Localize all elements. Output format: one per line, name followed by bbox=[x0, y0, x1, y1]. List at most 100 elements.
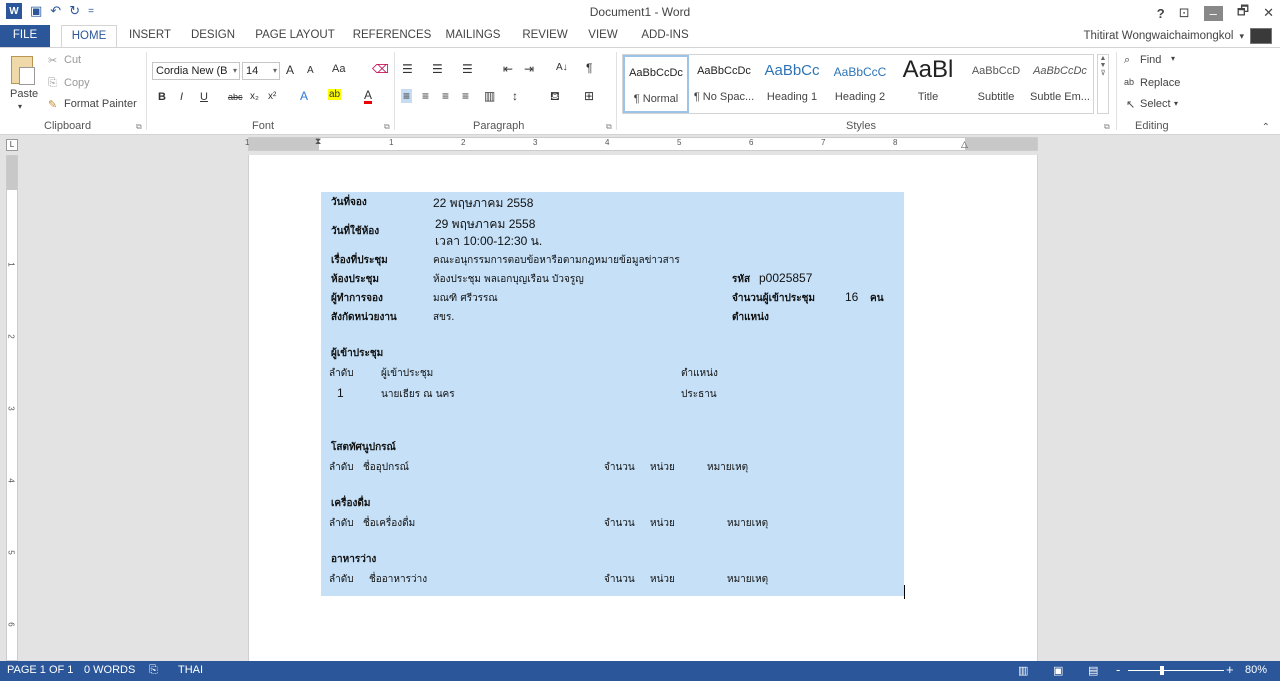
style-subtitle[interactable]: AaBbCcD Subtitle bbox=[963, 55, 1029, 113]
style-sample: AaBbCcDc bbox=[1033, 65, 1087, 77]
tab-design[interactable]: DESIGN bbox=[186, 25, 240, 47]
horizontal-ruler[interactable]: 1 1 2 3 4 5 6 7 8 ⧗ △ bbox=[245, 136, 1038, 151]
copy-button[interactable]: Copy bbox=[64, 77, 90, 89]
tab-page-layout[interactable]: PAGE LAYOUT bbox=[252, 25, 338, 47]
subscript-button[interactable]: x₂ bbox=[250, 91, 259, 102]
close-button[interactable]: ✕ bbox=[1263, 5, 1274, 21]
highlight-button[interactable]: ab bbox=[328, 89, 342, 100]
show-formatting-marks-button[interactable]: ¶ bbox=[586, 61, 592, 75]
sort-button[interactable]: A↓ bbox=[556, 62, 568, 73]
select-button[interactable]: Select bbox=[1140, 98, 1171, 110]
tab-selector-button[interactable]: L bbox=[6, 139, 18, 151]
style-normal[interactable]: AaBbCcDc ¶ Normal bbox=[623, 55, 689, 113]
line-spacing-icon[interactable]: ↕ bbox=[512, 89, 518, 103]
avatar[interactable] bbox=[1250, 28, 1272, 44]
strikethrough-button[interactable]: abc bbox=[228, 92, 243, 102]
tab-home[interactable]: HOME bbox=[61, 25, 117, 48]
restore-button[interactable]: 🗗 bbox=[1237, 2, 1249, 24]
styles-launcher-icon[interactable]: ⧉ bbox=[1104, 122, 1110, 132]
attendees-col-position: ตำแหน่ง bbox=[681, 368, 718, 379]
select-dropdown-icon[interactable]: ▾ bbox=[1174, 99, 1178, 108]
replace-button[interactable]: Replace bbox=[1140, 77, 1180, 89]
multilevel-list-icon[interactable]: ☰ bbox=[462, 62, 473, 76]
font-launcher-icon[interactable]: ⧉ bbox=[384, 122, 390, 132]
font-size-combo[interactable]: 14 ▾ bbox=[242, 62, 280, 80]
change-case-button[interactable]: Aa bbox=[332, 63, 345, 75]
tab-view[interactable]: VIEW bbox=[584, 25, 622, 47]
zoom-level[interactable]: 80% bbox=[1245, 664, 1267, 676]
styles-gallery-scroll[interactable]: ▲ ▼ ⊽ bbox=[1097, 54, 1109, 114]
minimize-button[interactable]: – bbox=[1203, 5, 1223, 21]
style-subtle-emphasis[interactable]: AaBbCcDc Subtle Em... bbox=[1027, 55, 1093, 113]
tab-references[interactable]: REFERENCES bbox=[350, 25, 434, 47]
font-color-button[interactable]: A bbox=[364, 89, 373, 104]
read-mode-icon[interactable]: ▥ bbox=[1018, 664, 1028, 677]
zoom-out-button[interactable]: - bbox=[1116, 662, 1120, 677]
text-effects-button[interactable]: A bbox=[300, 89, 308, 103]
thai-distributed-icon[interactable]: ▥ bbox=[484, 89, 495, 103]
ruler-area: L 1 1 2 3 4 5 6 7 8 ⧗ △ bbox=[0, 135, 1280, 155]
zoom-slider-track[interactable] bbox=[1128, 670, 1224, 671]
clear-formatting-icon[interactable]: ⌫ bbox=[372, 62, 389, 76]
font-size-dropdown-icon[interactable]: ▾ bbox=[273, 63, 277, 79]
paste-dropdown-icon[interactable]: ▾ bbox=[18, 102, 22, 111]
zoom-slider-thumb[interactable] bbox=[1160, 666, 1164, 675]
vertical-ruler[interactable]: 1 2 3 4 5 6 bbox=[6, 155, 18, 661]
format-painter-button[interactable]: Format Painter bbox=[64, 98, 137, 110]
find-button[interactable]: Find bbox=[1140, 54, 1161, 66]
page-indicator[interactable]: PAGE 1 OF 1 bbox=[7, 664, 73, 676]
word-count[interactable]: 0 WORDS bbox=[84, 664, 135, 676]
bold-button[interactable]: B bbox=[158, 91, 166, 103]
clipboard-launcher-icon[interactable]: ⧉ bbox=[136, 122, 142, 132]
italic-button[interactable]: I bbox=[180, 91, 183, 103]
increase-indent-icon[interactable]: ⇥ bbox=[524, 62, 534, 76]
ruler-number: 4 bbox=[6, 478, 16, 483]
ruler-number: 5 bbox=[6, 550, 16, 555]
paste-button[interactable]: Paste bbox=[10, 88, 38, 100]
font-name-dropdown-icon[interactable]: ▾ bbox=[233, 63, 237, 79]
style-no-spacing[interactable]: AaBbCcDc ¶ No Spac... bbox=[691, 55, 757, 113]
numbering-icon[interactable]: ☰ bbox=[432, 62, 443, 76]
collapse-ribbon-icon[interactable]: ⌃ bbox=[1262, 122, 1270, 133]
style-title[interactable]: AaBl Title bbox=[895, 55, 961, 113]
tab-review[interactable]: REVIEW bbox=[518, 25, 572, 47]
font-name-combo[interactable]: Cordia New (B ▾ bbox=[152, 62, 240, 80]
tab-insert[interactable]: INSERT bbox=[124, 25, 176, 47]
web-layout-icon[interactable]: ▤ bbox=[1088, 664, 1098, 677]
tab-file[interactable]: FILE bbox=[0, 25, 50, 47]
tab-add-ins[interactable]: ADD-INS bbox=[634, 25, 696, 47]
help-button[interactable]: ? bbox=[1157, 6, 1165, 21]
ruler-number: 4 bbox=[605, 138, 610, 147]
first-line-indent-marker-icon[interactable]: ⧗ bbox=[315, 136, 321, 147]
underline-button[interactable]: U bbox=[200, 91, 208, 103]
proofing-icon[interactable]: ⎘ bbox=[149, 664, 158, 677]
shading-icon[interactable]: ⛾ bbox=[550, 89, 560, 105]
zoom-in-button[interactable]: + bbox=[1226, 662, 1234, 677]
cut-button[interactable]: Cut bbox=[64, 54, 81, 66]
align-left-icon[interactable]: ≡ bbox=[401, 89, 413, 103]
language-indicator[interactable]: THAI bbox=[178, 664, 203, 676]
ribbon-display-options-button[interactable]: ⊡ bbox=[1179, 5, 1190, 21]
print-layout-icon[interactable]: ▣ bbox=[1053, 664, 1063, 677]
account-name[interactable]: Thitirat Wongwaichaimongkol bbox=[1083, 30, 1233, 42]
account-dropdown-icon[interactable]: ▾ bbox=[1239, 31, 1244, 42]
right-indent-marker-icon[interactable]: △ bbox=[961, 139, 968, 150]
paste-icon[interactable] bbox=[11, 56, 35, 85]
bullets-icon[interactable]: ☰ bbox=[402, 62, 413, 76]
find-dropdown-icon[interactable]: ▾ bbox=[1171, 54, 1175, 63]
paragraph-launcher-icon[interactable]: ⧉ bbox=[606, 122, 612, 132]
align-right-icon[interactable]: ≡ bbox=[442, 89, 449, 103]
align-center-icon[interactable]: ≡ bbox=[422, 89, 429, 103]
account-area[interactable]: Thitirat Wongwaichaimongkol ▾ bbox=[1083, 28, 1272, 44]
attendees-col-order: ลำดับ bbox=[329, 368, 354, 379]
shrink-font-button[interactable]: A bbox=[307, 65, 314, 76]
style-heading-1[interactable]: AaBbCc Heading 1 bbox=[759, 55, 825, 113]
superscript-button[interactable]: x² bbox=[268, 91, 276, 102]
decrease-indent-icon[interactable]: ⇤ bbox=[503, 62, 513, 76]
style-heading-2[interactable]: AaBbCcC Heading 2 bbox=[827, 55, 893, 113]
borders-icon[interactable]: ⊞ bbox=[584, 89, 594, 103]
document-page[interactable]: วันที่จอง 22 พฤษภาคม 2558 วันที่ใช้ห้อง … bbox=[248, 155, 1038, 661]
grow-font-button[interactable]: A bbox=[286, 63, 294, 77]
tab-mailings[interactable]: MAILINGS bbox=[442, 25, 504, 47]
justify-icon[interactable]: ≡ bbox=[462, 89, 469, 103]
